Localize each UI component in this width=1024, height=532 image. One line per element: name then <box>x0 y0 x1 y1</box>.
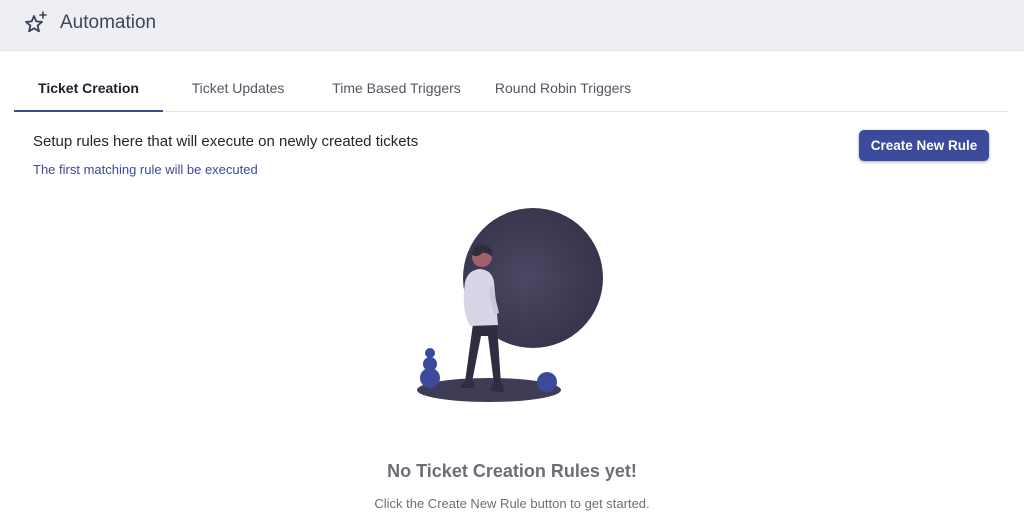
page-title: Automation <box>60 12 157 33</box>
rules-description: Setup rules here that will execute on ne… <box>33 133 419 150</box>
empty-state-subtitle: Click the Create New Rule button to get … <box>374 496 650 511</box>
blue-stack-middle <box>423 357 437 371</box>
tab-ticket-updates[interactable]: Ticket Updates <box>174 72 302 111</box>
tab-time-based-triggers[interactable]: Time Based Triggers <box>324 72 469 111</box>
tab-ticket-creation[interactable]: Ticket Creation <box>14 72 163 112</box>
empty-state-illustration <box>417 208 603 402</box>
blue-stack-top <box>425 348 435 358</box>
rules-subdescription: The first matching rule will be executed <box>33 162 258 177</box>
tab-round-robin-triggers[interactable]: Round Robin Triggers <box>490 72 636 111</box>
create-new-rule-button[interactable]: Create New Rule <box>859 130 989 161</box>
empty-state-title: No Ticket Creation Rules yet! <box>387 461 637 481</box>
page-header: Automation <box>0 0 1024 51</box>
blue-ball <box>537 372 557 392</box>
star-sparkle-icon <box>25 11 47 33</box>
tab-bar: Ticket Creation Ticket Updates Time Base… <box>14 72 1008 112</box>
